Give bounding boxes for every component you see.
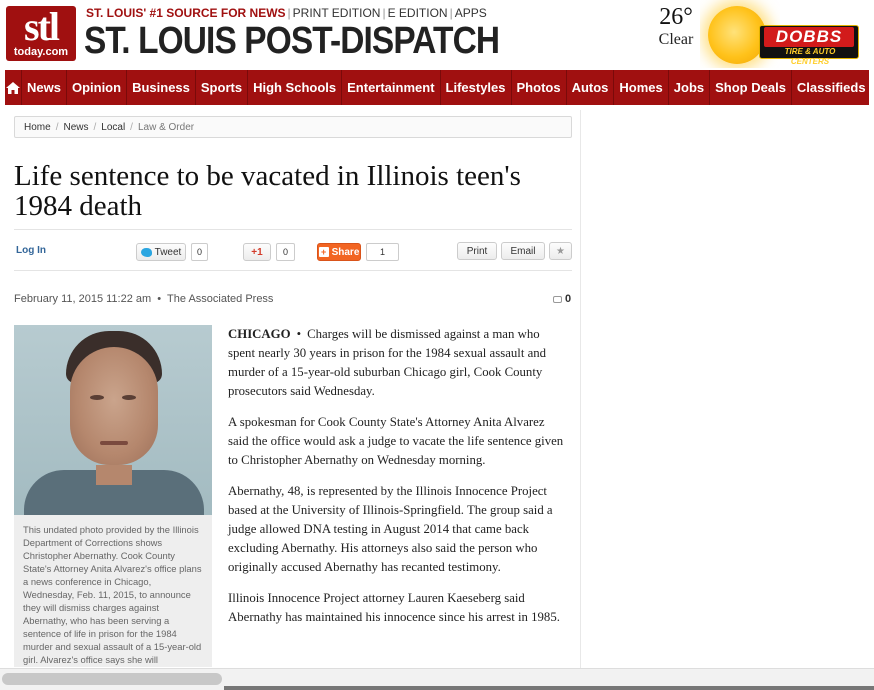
main-nav: News Opinion Business Sports High School… [5,70,869,105]
nav-item-high-schools[interactable]: High Schools [248,70,343,105]
email-button[interactable]: Email [501,242,545,260]
tweet-label: Tweet [154,246,182,258]
article-photo[interactable] [14,325,212,515]
logo-domain: today.com [13,46,69,58]
paragraph: Illinois Innocence Project attorney Laur… [228,591,560,624]
nav-item-homes[interactable]: Homes [614,70,669,105]
login-link[interactable]: Log In [16,245,46,256]
nav-item-photos[interactable]: Photos [512,70,567,105]
comment-icon [553,295,562,303]
nav-item-business[interactable]: Business [127,70,196,105]
breadcrumb-current[interactable]: Law & Order [138,122,194,133]
paragraph: A spokesman for Cook County State's Atto… [228,415,564,467]
nav-item-jobs[interactable]: Jobs [669,70,711,105]
nav-item-shop-deals[interactable]: Shop Deals [710,70,792,105]
apps-link[interactable]: APPS [455,6,487,20]
nav-item-autos[interactable]: Autos [567,70,615,105]
dobbs-ad[interactable]: DOBBS TIRE & AUTO CENTERS [759,25,859,66]
ad-brand: DOBBS [764,27,854,47]
gplus-label: +1 [251,246,263,258]
tweet-button[interactable]: Tweet [136,243,186,261]
nav-item-classifieds[interactable]: Classifieds [792,70,871,105]
source-link[interactable]: The Associated Press [167,293,273,305]
weather-condition: Clear [658,31,694,48]
divider [14,229,572,230]
nav-item-entertainment[interactable]: Entertainment [342,70,441,105]
photo-caption: This undated photo provided by the Illin… [14,515,212,667]
paper-title[interactable]: ST. LOUIS POST-DISPATCH [84,20,500,63]
masthead: stl today.com ST. LOUIS' #1 SOURCE FOR N… [0,0,874,70]
nav-item-sports[interactable]: Sports [196,70,249,105]
print-edition-link[interactable]: PRINT EDITION [293,6,381,20]
e-edition-link[interactable]: E EDITION [388,6,448,20]
article-body: CHICAGO • Charges will be dismissed agains… [228,325,568,639]
comment-count-value: 0 [565,293,572,305]
share-button[interactable]: + Share [317,243,361,261]
page-title: Life sentence to be vacated in Illinois … [14,160,521,222]
share-count: 1 [366,243,399,261]
scrollbar-thumb[interactable] [2,673,222,685]
dateline: CHICAGO [228,327,291,341]
breadcrumb-home[interactable]: Home [24,122,51,133]
comment-count[interactable]: 0 [553,293,571,305]
logo-text: stl [24,4,60,49]
stltoday-logo[interactable]: stl today.com [6,6,76,61]
nav-item-opinion[interactable]: Opinion [67,70,128,105]
twitter-icon [140,247,152,257]
gplus-count: 0 [276,243,295,261]
breadcrumb-news[interactable]: News [63,122,88,133]
ad-subtitle: TIRE & AUTO CENTERS [784,47,836,66]
tweet-count: 0 [191,243,208,261]
tagline-text: ST. LOUIS' #1 SOURCE FOR NEWS [86,6,286,20]
byline: February 11, 2015 11:22 am • The Associate… [14,293,274,305]
breadcrumb-local[interactable]: Local [101,122,125,133]
share-label: Share [331,246,360,258]
divider [14,270,572,271]
weather-temp: 26° [659,4,693,30]
right-rail-divider [580,110,581,680]
paragraph: CHICAGO • Charges will be dismissed agains… [228,325,568,401]
nav-item-lifestyles[interactable]: Lifestyles [441,70,512,105]
star-icon[interactable]: ★ [549,242,572,260]
print-button[interactable]: Print [457,242,497,260]
share-icon: + [318,247,329,257]
breadcrumb: Home / News / Local / Law & Order [14,116,572,138]
paragraph: Abernathy, 48, is represented by the Ill… [228,484,553,574]
gplus-button[interactable]: +1 [243,243,271,261]
page-bottom-strip [224,686,874,690]
dateline-bullet: • [296,327,302,341]
nav-item-news[interactable]: News [22,70,67,105]
tagline-bar: ST. LOUIS' #1 SOURCE FOR NEWS | PRINT EDIT… [86,6,487,20]
weather-widget[interactable]: 26° Clear [646,4,706,50]
publish-date: February 11, 2015 11:22 am [14,293,152,305]
home-icon[interactable] [5,70,22,105]
